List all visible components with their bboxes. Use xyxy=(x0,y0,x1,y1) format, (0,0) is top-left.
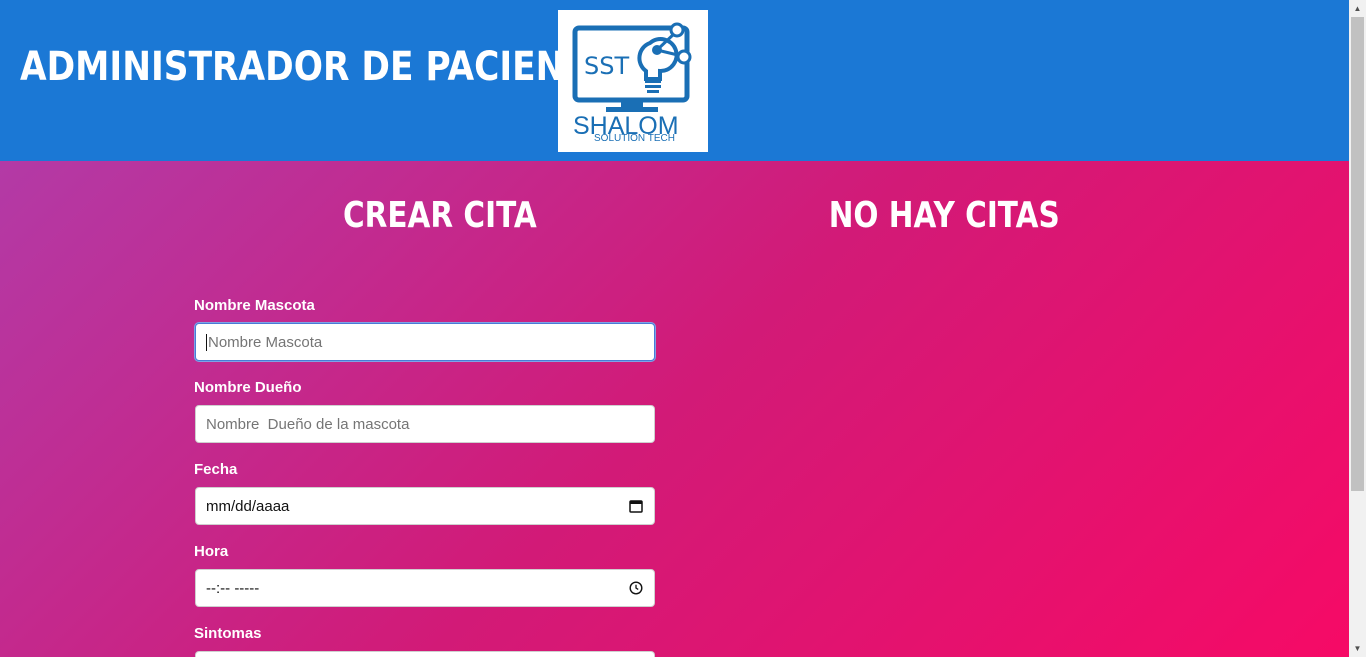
company-logo: SST SHALOM SOLUTION TECH xyxy=(558,10,708,152)
app-title: Administrador de Pacientes xyxy=(20,44,637,90)
date-input[interactable]: mm/dd/aaaa xyxy=(195,487,655,525)
time-value: --:-- ----- xyxy=(206,579,260,597)
page: Administrador de Pacientes SST xyxy=(0,0,1366,657)
logo-sst-text: SST xyxy=(584,52,629,80)
time-input[interactable]: --:-- ----- xyxy=(195,569,655,607)
owner-name-placeholder: Nombre Dueño de la mascota xyxy=(206,415,410,433)
symptoms-textarea[interactable] xyxy=(195,651,655,657)
shalom-logo-graphic: SST SHALOM SOLUTION TECH xyxy=(572,22,692,144)
scroll-down-arrow-icon[interactable]: ▼ xyxy=(1349,640,1366,657)
main-content: Crear Cita No hay citas Nombre Mascota N… xyxy=(0,161,1349,657)
owner-name-input[interactable]: Nombre Dueño de la mascota xyxy=(195,405,655,443)
calendar-icon[interactable] xyxy=(628,498,644,514)
pet-name-placeholder: Nombre Mascota xyxy=(208,333,323,351)
owner-name-label: Nombre Dueño xyxy=(194,379,302,396)
scrollbar-thumb[interactable] xyxy=(1351,17,1364,491)
text-caret xyxy=(206,333,207,351)
create-appointment-title: Crear Cita xyxy=(343,195,537,236)
pet-name-label: Nombre Mascota xyxy=(194,297,315,314)
date-value: mm/dd/aaaa xyxy=(206,497,290,515)
appointments-list-title: No hay citas xyxy=(828,195,1060,236)
date-label: Fecha xyxy=(194,461,238,478)
time-label: Hora xyxy=(194,543,229,560)
clock-icon[interactable] xyxy=(628,580,644,596)
app-header: Administrador de Pacientes SST xyxy=(0,0,1349,161)
vertical-scrollbar[interactable]: ▲ ▼ xyxy=(1349,0,1366,657)
scroll-up-arrow-icon[interactable]: ▲ xyxy=(1349,0,1366,17)
logo-tagline-text: SOLUTION TECH xyxy=(594,133,675,144)
pet-name-input[interactable]: Nombre Mascota xyxy=(195,323,655,361)
symptoms-label: Sintomas xyxy=(194,625,262,642)
